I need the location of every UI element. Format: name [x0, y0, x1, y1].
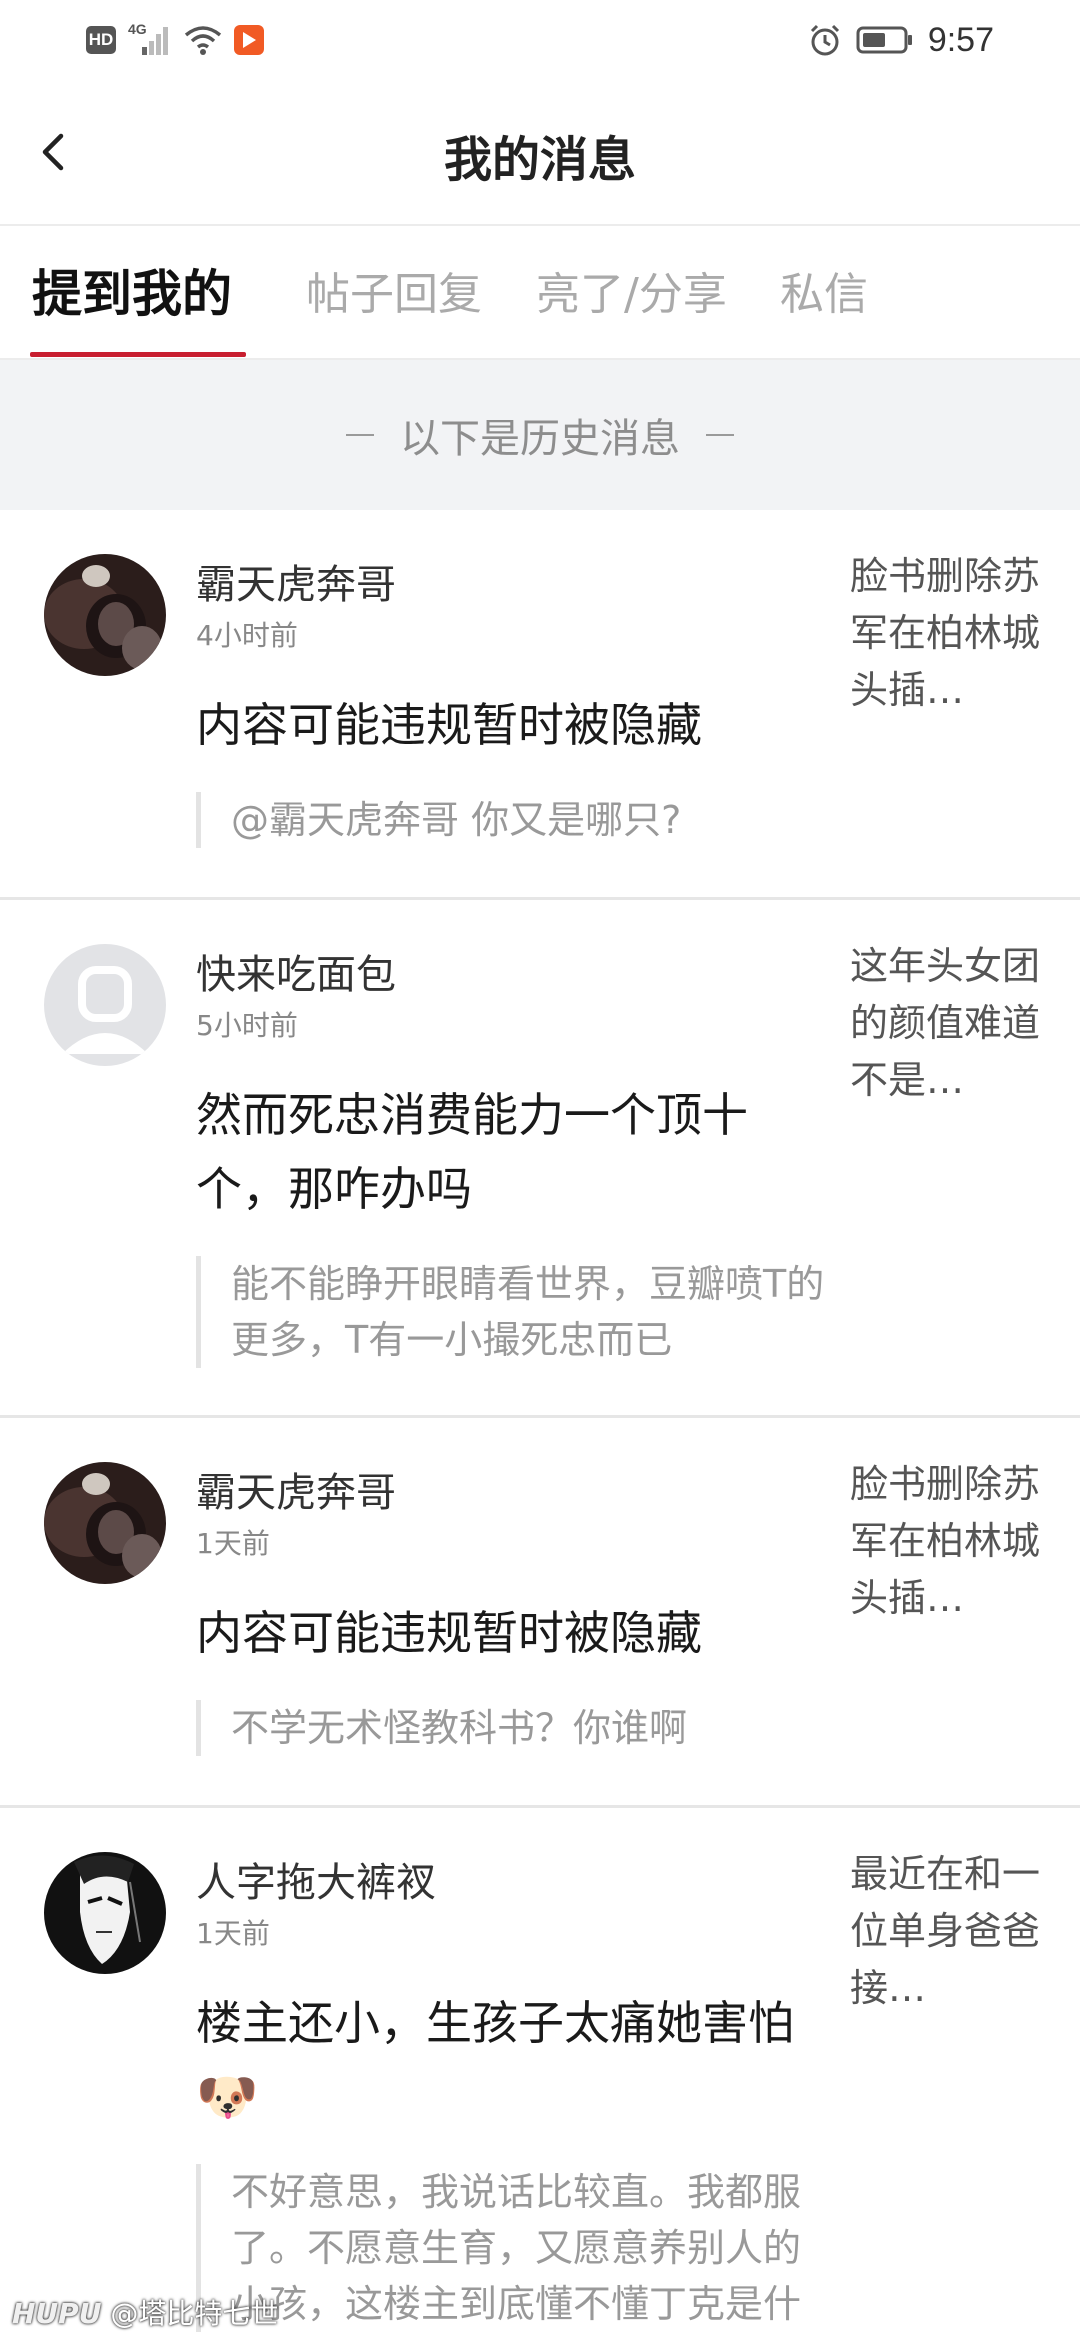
username[interactable]: 快来吃面包 [196, 942, 396, 1000]
thread-title[interactable]: 脸书删除苏军在柏林城头插… [850, 548, 1050, 719]
page-title: 我的消息 [443, 132, 636, 188]
username[interactable]: 霸天虎奔哥 [196, 552, 396, 610]
message-item[interactable]: 人字拖大裤衩 1天前 楼主还小，生孩子太痛她害怕 🐶 不好意思，我说话比较直。我… [0, 1808, 1080, 2340]
nav-bar: 我的消息 [0, 80, 1080, 226]
divider-dash-left [346, 434, 374, 436]
avatar[interactable] [44, 944, 166, 1066]
dog-emoji-icon: 🐶 [196, 2068, 259, 2126]
tab-mentions[interactable]: 提到我的 [32, 254, 232, 326]
message-content-text: 楼主还小，生孩子太痛她害怕 [196, 1996, 794, 2050]
status-bar: HD 4G 9:57 [0, 0, 1080, 80]
message-item[interactable]: 快来吃面包 5小时前 然而死忠消费能力一个顶十个，那咋办吗 能不能睁开眼睛看世界… [0, 900, 1080, 1418]
thread-title[interactable]: 这年头女团的颜值难道不是… [850, 938, 1050, 1109]
thread-title[interactable]: 脸书删除苏军在柏林城头插… [850, 1456, 1050, 1627]
avatar[interactable] [44, 1462, 166, 1584]
clock: 9:57 [927, 20, 994, 59]
default-user-avatar-icon [44, 944, 166, 1066]
message-content: 内容可能违规暂时被隐藏 [196, 1606, 702, 1660]
quoted-reply: 能不能睁开眼睛看世界，豆瓣喷T的更多，T有一小撮死忠而已 [196, 1256, 836, 1368]
network-type-label: 4G [128, 21, 147, 37]
app-notification-icon [234, 25, 264, 55]
message-time: 5小时前 [196, 1009, 298, 1042]
message-item[interactable]: 霸天虎奔哥 1天前 内容可能违规暂时被隐藏 不学无术怪教科书？你谁啊 脸书删除苏… [0, 1418, 1080, 1808]
thread-title[interactable]: 最近在和一位单身爸爸接… [850, 1846, 1050, 2017]
watermark-brand: HUPU [12, 2297, 102, 2330]
tab-likes-shares[interactable]: 亮了/分享 [536, 258, 727, 322]
history-divider-text: 以下是历史消息 [400, 416, 680, 462]
anime-sketch-avatar-icon [44, 1852, 166, 1974]
watermark: HUPU @塔比特七世 [12, 2292, 278, 2332]
message-tabs: 提到我的 帖子回复 亮了/分享 私信 [0, 226, 1080, 360]
avatar[interactable] [44, 554, 166, 676]
avatar[interactable] [44, 1852, 166, 1974]
hd-icon: HD [86, 26, 116, 54]
message-content: 然而死忠消费能力一个顶十个，那咋办吗 [196, 1088, 748, 1216]
dark-photo-avatar-icon [44, 554, 166, 676]
cellular-signal-icon: 4G [128, 21, 172, 57]
tab-private-messages[interactable]: 私信 [780, 258, 868, 322]
watermark-user: @塔比特七世 [110, 2297, 279, 2330]
quoted-reply: 不学无术怪教科书？你谁啊 [196, 1700, 836, 1756]
message-time: 4小时前 [196, 619, 298, 652]
alarm-icon [810, 24, 839, 56]
username[interactable]: 霸天虎奔哥 [196, 1460, 396, 1518]
quoted-reply: 不好意思，我说话比较直。我都服了。不愿意生育，又愿意养别人的小孩，这楼主到底懂不… [196, 2164, 836, 2332]
wifi-icon [184, 26, 222, 55]
message-time: 1天前 [196, 1527, 270, 1560]
message-content: 内容可能违规暂时被隐藏 [196, 698, 702, 752]
message-content: 楼主还小，生孩子太痛她害怕 🐶 [196, 1986, 836, 2135]
battery-icon [856, 26, 912, 54]
message-item[interactable]: 霸天虎奔哥 4小时前 内容可能违规暂时被隐藏 @霸天虎奔哥 你又是哪只? 脸书删… [0, 510, 1080, 900]
tab-post-replies[interactable]: 帖子回复 [306, 258, 482, 322]
dark-photo-avatar-icon [44, 1462, 166, 1584]
active-tab-indicator [30, 352, 246, 357]
username[interactable]: 人字拖大裤衩 [196, 1850, 436, 1908]
history-divider: 以下是历史消息 [0, 360, 1080, 510]
status-right-icons: 9:57 [808, 20, 994, 60]
message-time: 1天前 [196, 1917, 270, 1950]
status-left-icons: HD 4G [86, 21, 264, 58]
quoted-reply: @霸天虎奔哥 你又是哪只? [196, 792, 836, 848]
divider-dash-right [706, 434, 734, 436]
